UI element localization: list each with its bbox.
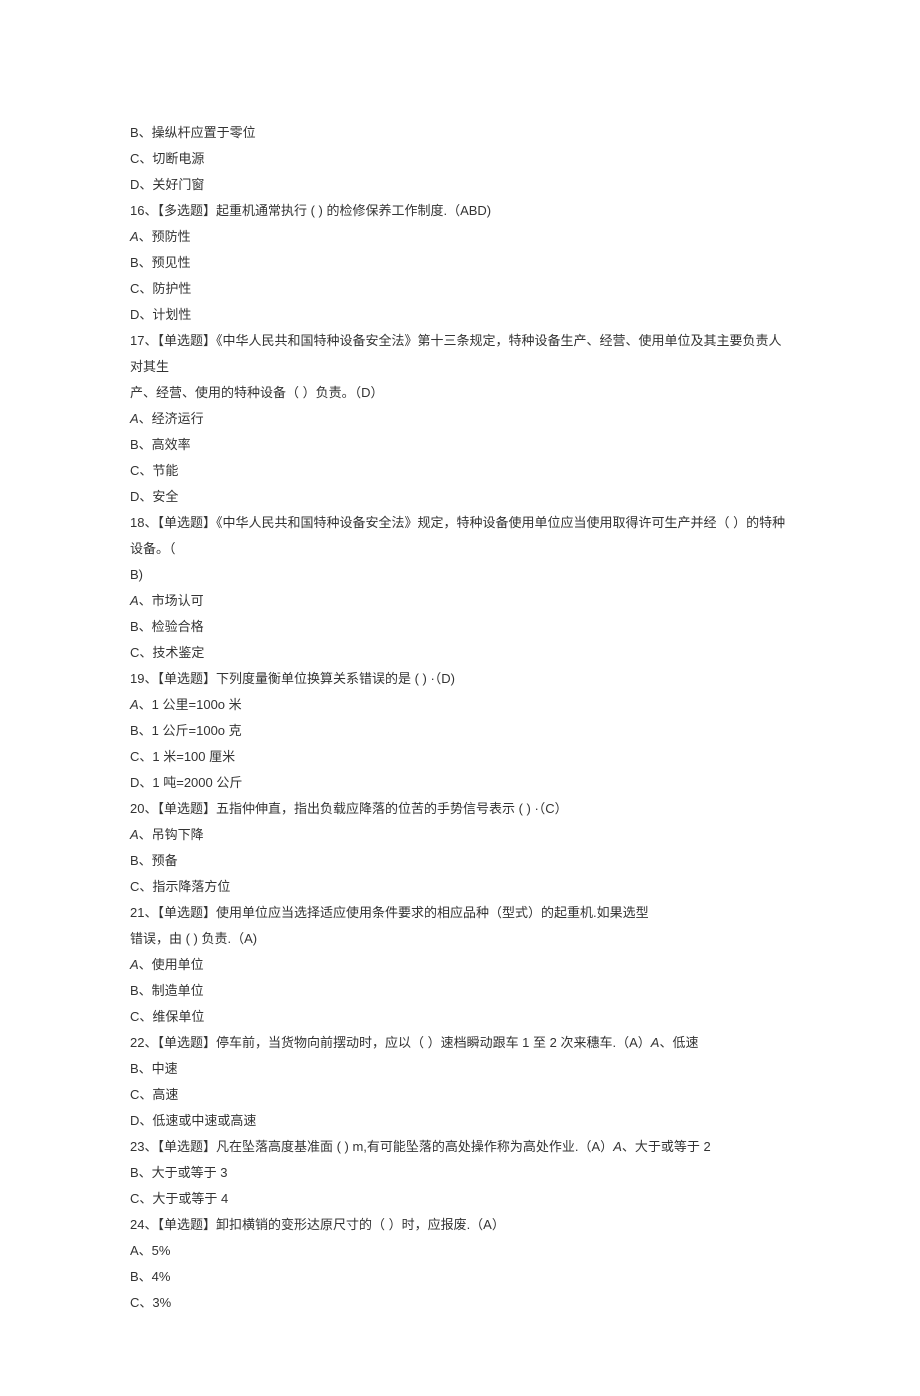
text-line: D、安全: [130, 484, 790, 510]
text-line: D、关好门窗: [130, 172, 790, 198]
text-line: A、使用单位: [130, 952, 790, 978]
text-line: D、低速或中速或高速: [130, 1108, 790, 1134]
text-line: B、大于或等于 3: [130, 1160, 790, 1186]
text-line: C、3%: [130, 1290, 790, 1316]
text-line: 18、【单选题】《中华人民共和国特种设备安全法》规定，特种设备使用单位应当使用取…: [130, 510, 790, 562]
text-line: 16、【多选题】起重机通常执行 ( ) 的检修保养工作制度.（ABD): [130, 198, 790, 224]
text-line: B、预见性: [130, 250, 790, 276]
text-line: 24、【单选题】卸扣横销的变形达原尺寸的（ ）时，应报废.（A）: [130, 1212, 790, 1238]
text-line: A、5%: [130, 1238, 790, 1264]
text-line: 21、【单选题】使用单位应当选择适应使用条件要求的相应品种（型式）的起重机.如果…: [130, 900, 790, 926]
text-line: C、维保单位: [130, 1004, 790, 1030]
text-line: B、中速: [130, 1056, 790, 1082]
option-letter: A: [130, 593, 139, 608]
option-text: 、市场认可: [139, 593, 204, 608]
option-text: 、预防性: [139, 229, 191, 244]
option-letter: A: [130, 229, 139, 244]
option-letter: A: [613, 1139, 622, 1154]
text-line: B、4%: [130, 1264, 790, 1290]
option-text: 、使用单位: [139, 957, 204, 972]
text-line: C、节能: [130, 458, 790, 484]
text-line: C、1 米=100 厘米: [130, 744, 790, 770]
text-line: 23、【单选题】凡在坠落高度基准面 ( ) m,有可能坠落的高处操作称为高处作业…: [130, 1134, 790, 1160]
text-line: D、计划性: [130, 302, 790, 328]
text-line: 17、【单选题】《中华人民共和国特种设备安全法》第十三条规定，特种设备生产、经营…: [130, 328, 790, 380]
text-line: B、检验合格: [130, 614, 790, 640]
text-line: C、技术鉴定: [130, 640, 790, 666]
text-line: C、指示降落方位: [130, 874, 790, 900]
text-line: D、1 吨=2000 公斤: [130, 770, 790, 796]
option-letter: A: [130, 697, 139, 712]
text-line: B、预备: [130, 848, 790, 874]
text-line: B、制造单位: [130, 978, 790, 1004]
option-letter: A: [130, 411, 139, 426]
text-line: B): [130, 562, 790, 588]
option-text: 、低速: [659, 1035, 698, 1050]
document-body: B、操纵杆应置于零位 C、切断电源 D、关好门窗 16、【多选题】起重机通常执行…: [130, 120, 790, 1316]
option-text: 、吊钩下降: [139, 827, 204, 842]
text-line: A、经济运行: [130, 406, 790, 432]
text-line: C、防护性: [130, 276, 790, 302]
option-text: 、1 公里=100o 米: [139, 697, 242, 712]
text-line: A、吊钩下降: [130, 822, 790, 848]
text-line: B、高效率: [130, 432, 790, 458]
text-line: B、1 公斤=100o 克: [130, 718, 790, 744]
text-line: A、预防性: [130, 224, 790, 250]
text-line: C、高速: [130, 1082, 790, 1108]
text-line: 20、【单选题】五指仲伸直，指出负载应降落的位苦的手势信号表示 ( ) ·（C）: [130, 796, 790, 822]
text-line: C、切断电源: [130, 146, 790, 172]
option-letter: A: [130, 957, 139, 972]
text-line: 错误，由 ( ) 负责.（A): [130, 926, 790, 952]
option-letter: A: [130, 827, 139, 842]
text-line: C、大于或等于 4: [130, 1186, 790, 1212]
text-line: A、市场认可: [130, 588, 790, 614]
text-line: 产、经营、使用的特种设备（ ）负责。（D）: [130, 380, 790, 406]
text-line: B、操纵杆应置于零位: [130, 120, 790, 146]
text-line: 22、【单选题】停车前，当货物向前摆动时，应以（ ）速档瞬动跟车 1 至 2 次…: [130, 1030, 790, 1056]
text-line: A、1 公里=100o 米: [130, 692, 790, 718]
question-text: 22、【单选题】停车前，当货物向前摆动时，应以（ ）速档瞬动跟车 1 至 2 次…: [130, 1035, 651, 1050]
text-line: 19、【单选题】下列度量衡单位换算关系错误的是 ( ) ·（D): [130, 666, 790, 692]
option-text: 、经济运行: [139, 411, 204, 426]
option-text: 、大于或等于 2: [622, 1139, 711, 1154]
question-text: 23、【单选题】凡在坠落高度基准面 ( ) m,有可能坠落的高处操作称为高处作业…: [130, 1139, 613, 1154]
